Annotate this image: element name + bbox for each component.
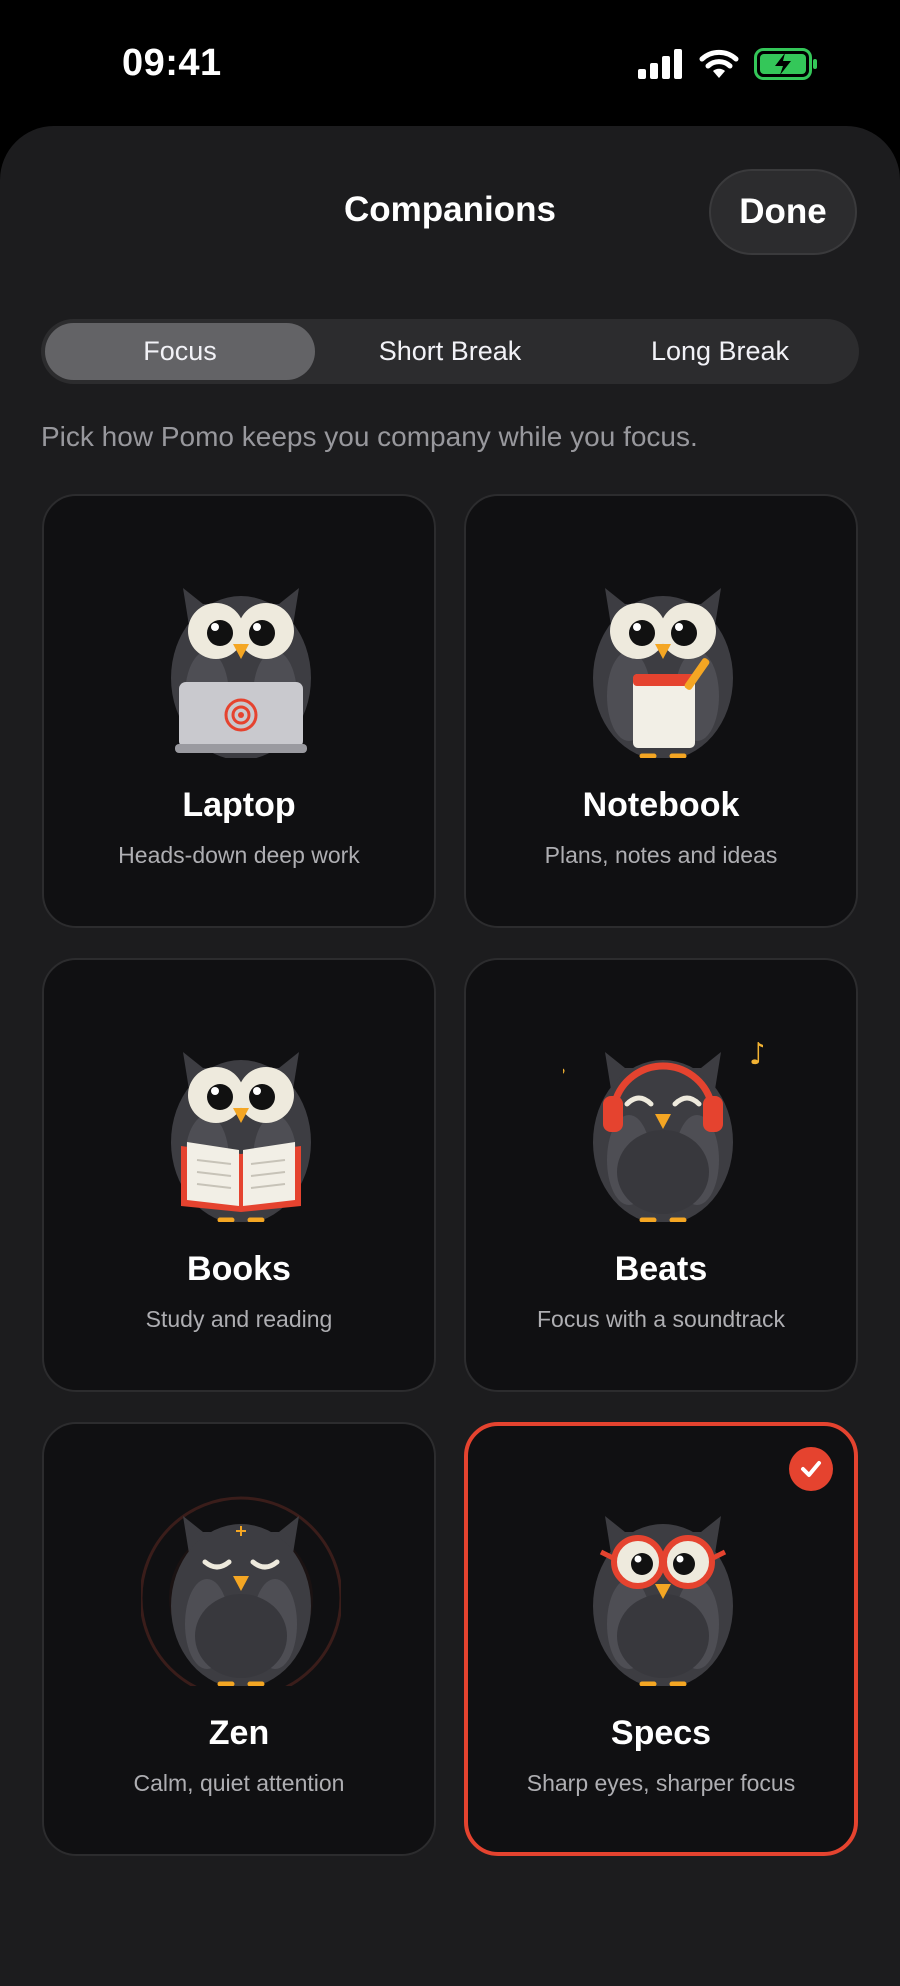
companion-description: Calm, quiet attention (133, 1770, 345, 1796)
owl-books-icon (171, 1052, 311, 1222)
owl-meditating-icon (141, 1496, 341, 1686)
companion-description: Plans, notes and ideas (544, 842, 778, 868)
companion-name: Specs (610, 1714, 712, 1752)
companion-name: Notebook (582, 786, 740, 824)
owl-glasses-icon (593, 1516, 733, 1686)
companion-card-notebook[interactable]: Notebook Plans, notes and ideas (464, 494, 858, 928)
companion-name: Zen (208, 1714, 270, 1752)
owl-laptop-icon (171, 588, 311, 758)
companion-name: Beats (614, 1250, 708, 1288)
wifi-icon (699, 49, 739, 78)
status-time: 09:41 (122, 42, 222, 84)
timer-mode-segmented-control: Focus Short Break Long Break (41, 319, 859, 384)
companion-card-books[interactable]: Books Study and reading (42, 958, 436, 1392)
status-icons (638, 48, 818, 80)
cellular-signal-icon (638, 49, 682, 79)
companion-description: Heads-down deep work (118, 842, 360, 868)
companion-name: Laptop (182, 786, 296, 824)
owl-headphones-icon: ♪ ♪ ♪ (563, 1037, 763, 1222)
tab-short-break[interactable]: Short Break (315, 323, 585, 380)
companion-card-zen[interactable]: Zen Calm, quiet attention (42, 1422, 436, 1856)
tab-focus[interactable]: Focus (45, 323, 315, 380)
subtitle: Pick how Pomo keeps you company while yo… (41, 421, 698, 452)
svg-text:♪: ♪ (749, 1037, 763, 1072)
done-button[interactable]: Done (709, 169, 857, 255)
owl-notebook-icon (593, 588, 733, 758)
status-bar: 09:41 (0, 0, 900, 125)
tab-long-break[interactable]: Long Break (585, 323, 855, 380)
companion-card-specs[interactable]: Specs Sharp eyes, sharper focus (464, 1422, 858, 1856)
selected-checkmark-icon (789, 1447, 833, 1491)
companion-card-laptop[interactable]: Laptop Heads-down deep work (42, 494, 436, 928)
companion-card-beats[interactable]: ♪ ♪ ♪ Beats Focus with a soundtrack (464, 958, 858, 1392)
svg-text:♪: ♪ (563, 1060, 567, 1093)
companion-description: Focus with a soundtrack (536, 1306, 785, 1332)
companion-description: Study and reading (145, 1306, 333, 1332)
battery-charging-icon (754, 48, 817, 80)
companion-description: Sharp eyes, sharper focus (526, 1770, 796, 1796)
companion-name: Books (187, 1250, 291, 1288)
